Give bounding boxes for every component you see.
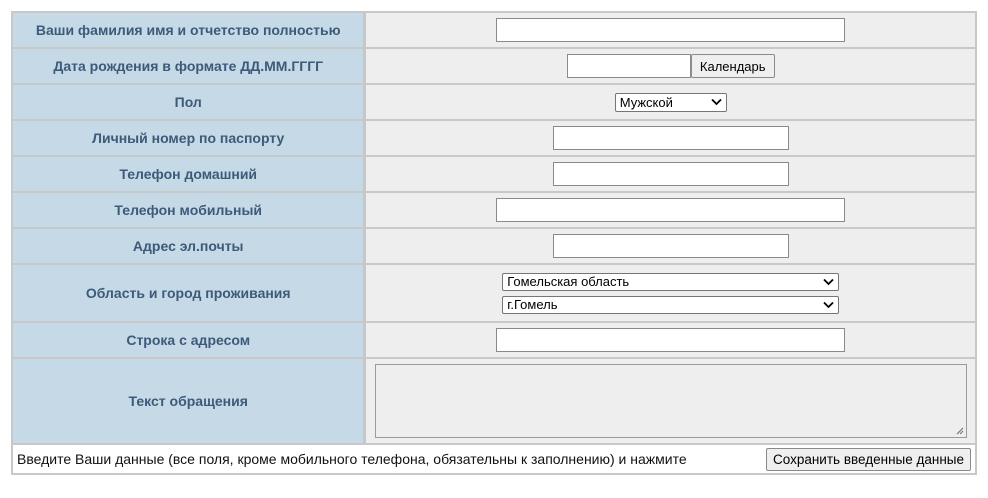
fullname-input[interactable] (496, 18, 846, 42)
footer-cell: Введите Ваши данные (все поля, кроме моб… (13, 445, 975, 473)
mobile-phone-label: Телефон мобильный (13, 193, 365, 227)
address-input[interactable] (496, 328, 846, 352)
address-label: Строка с адресом (13, 323, 365, 357)
fullname-label: Ваши фамилия имя и отчетство полностью (13, 13, 365, 47)
calendar-button[interactable]: Календарь (690, 54, 775, 78)
row-footer: Введите Ваши данные (все поля, кроме моб… (13, 445, 975, 473)
gender-label: Пол (13, 85, 365, 119)
address-cell (366, 323, 975, 357)
row-mobile-phone: Телефон мобильный (13, 193, 975, 227)
gender-cell: Мужской (366, 85, 975, 119)
email-input[interactable] (552, 234, 789, 258)
row-email: Адрес эл.почты (13, 229, 975, 263)
row-region-city: Область и город проживания Гомельская об… (13, 265, 975, 321)
message-cell (366, 359, 975, 443)
home-phone-label: Телефон домашний (13, 157, 365, 191)
fullname-cell (366, 13, 975, 47)
message-textarea[interactable] (374, 364, 967, 438)
row-gender: Пол Мужской (13, 85, 975, 119)
row-message: Текст обращения (13, 359, 975, 443)
row-passport: Личный номер по паспорту (13, 121, 975, 155)
row-birthdate: Дата рождения в формате ДД.ММ.ГГГГ Кален… (13, 49, 975, 83)
passport-cell (366, 121, 975, 155)
region-select[interactable]: Гомельская область (502, 272, 840, 291)
application-form: Ваши фамилия имя и отчетство полностью Д… (11, 11, 977, 475)
message-label: Текст обращения (13, 359, 365, 443)
chevron-down-icon (823, 278, 834, 285)
region-city-label: Область и город проживания (13, 265, 365, 321)
gender-select[interactable]: Мужской (614, 92, 727, 112)
footer-instruction: Введите Ваши данные (все поля, кроме моб… (17, 451, 687, 467)
city-select[interactable]: г.Гомель (502, 295, 840, 314)
birthdate-label: Дата рождения в формате ДД.ММ.ГГГГ (13, 49, 365, 83)
row-fullname: Ваши фамилия имя и отчетство полностью (13, 13, 975, 47)
home-phone-input[interactable] (552, 162, 789, 186)
region-city-cell: Гомельская область г.Гомель (366, 265, 975, 321)
row-address: Строка с адресом (13, 323, 975, 357)
passport-label: Личный номер по паспорту (13, 121, 365, 155)
mobile-phone-input[interactable] (496, 198, 846, 222)
chevron-down-icon (711, 98, 722, 106)
passport-input[interactable] (552, 126, 789, 150)
gender-select-value: Мужской (619, 94, 673, 110)
resize-grip-icon[interactable] (954, 425, 964, 435)
city-select-value: г.Гомель (507, 297, 558, 312)
chevron-down-icon (823, 301, 834, 308)
birthdate-input[interactable] (566, 54, 691, 78)
row-home-phone: Телефон домашний (13, 157, 975, 191)
email-cell (366, 229, 975, 263)
email-label: Адрес эл.почты (13, 229, 365, 263)
region-select-value: Гомельская область (507, 274, 630, 289)
mobile-phone-cell (366, 193, 975, 227)
birthdate-cell: Календарь (366, 49, 975, 83)
home-phone-cell (366, 157, 975, 191)
save-button[interactable]: Сохранить введенные данные (765, 447, 971, 471)
